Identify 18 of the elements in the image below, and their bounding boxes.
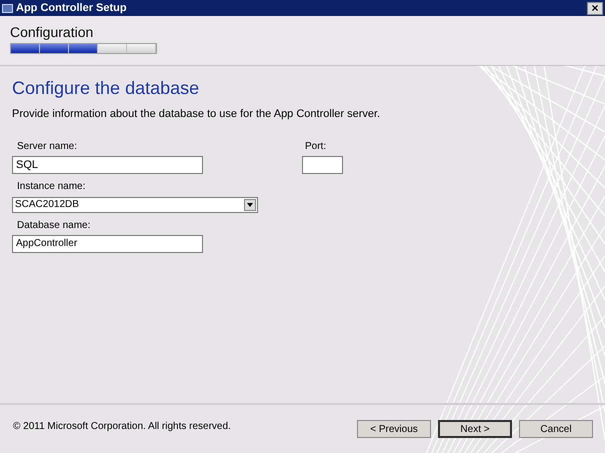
database-name-field[interactable]: AppController bbox=[12, 234, 203, 252]
field-label: Database name: bbox=[17, 218, 92, 232]
wizard-button[interactable]: Cancel bbox=[519, 420, 593, 438]
server-name-field[interactable]: SQL bbox=[12, 156, 203, 174]
window-icon bbox=[2, 4, 13, 12]
step-title: Configuration bbox=[10, 24, 94, 40]
page-heading: Configure the database bbox=[12, 78, 200, 98]
close-button[interactable]: × bbox=[587, 2, 603, 14]
window-title: App Controller Setup bbox=[16, 0, 127, 16]
copyright-text: © 2011 Microsoft Corporation. All rights reserved. bbox=[13, 420, 231, 434]
wizard-button[interactable]: < Previous bbox=[357, 420, 431, 438]
port-field[interactable] bbox=[302, 156, 343, 174]
instance-name-dropdown[interactable]: SCAC2012DB bbox=[12, 196, 258, 212]
field-label: Port: bbox=[305, 140, 328, 152]
field-label: Server name: bbox=[17, 140, 78, 152]
page-description: Provide information about the database to use for the App Controller server. bbox=[12, 107, 382, 122]
field-label: Instance name: bbox=[17, 180, 86, 192]
wizard-button[interactable]: Next > bbox=[438, 420, 512, 438]
